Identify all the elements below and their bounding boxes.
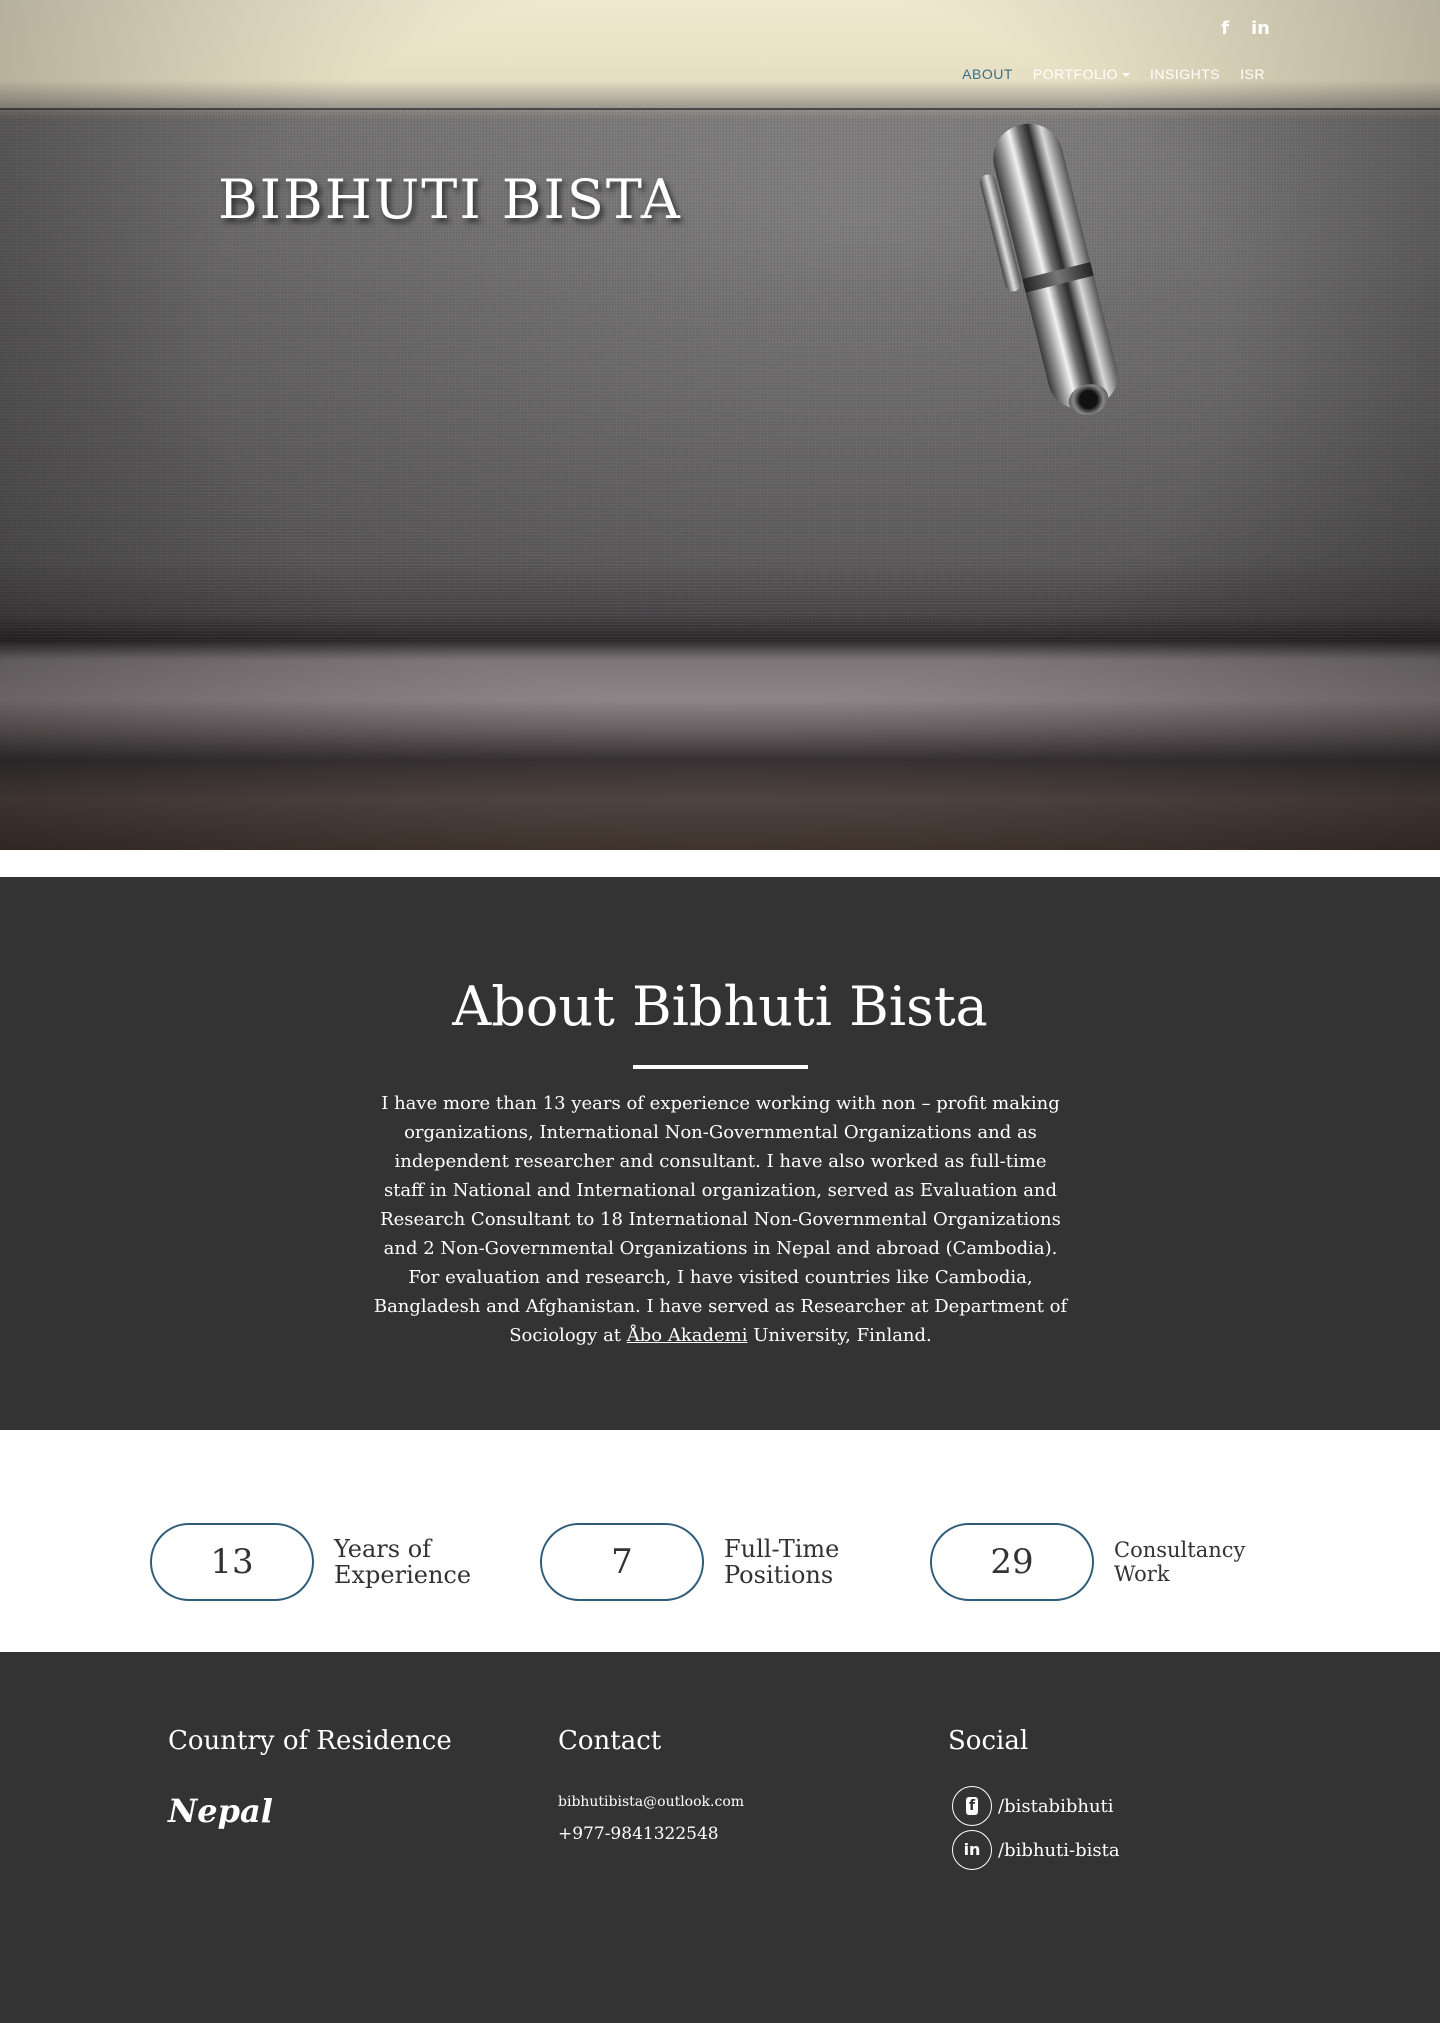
linkedin-handle: /bibhuti-bista [998, 1839, 1120, 1861]
nav-about[interactable]: ABOUT [962, 66, 1013, 82]
hero-title: BIBHUTI BISTA [218, 168, 682, 231]
stat-consultancy: 29 Consultancy Work [930, 1523, 1254, 1601]
contact-email[interactable]: bibhutibista@outlook.com [558, 1794, 744, 1810]
stat-value: 7 [540, 1523, 704, 1601]
country-name: Nepal [168, 1792, 273, 1830]
facebook-handle: /bistabibhuti [998, 1795, 1114, 1817]
social-facebook-link[interactable]: f /bistabibhuti [948, 1786, 1120, 1826]
linkedin-icon[interactable]: in [1251, 18, 1270, 39]
about-body: I have more than 13 years of experience … [373, 1093, 1068, 1346]
social-linkedin-link[interactable]: in /bibhuti-bista [948, 1830, 1120, 1870]
social-heading: Social [948, 1726, 1029, 1756]
contact-heading: Contact [558, 1726, 662, 1756]
stats-section: 13 Years of Experience 7 Full-Time Posit… [0, 1430, 1440, 1652]
hero-banner: f in ABOUT PORTFOLIO INSIGHTS ISR BIBHUT… [0, 0, 1440, 850]
abo-akademi-link[interactable]: Åbo Akademi [627, 1325, 748, 1346]
main-nav: ABOUT PORTFOLIO INSIGHTS ISR [962, 66, 1265, 82]
stat-label: Years of Experience [334, 1535, 472, 1589]
header-social-links: f in [1221, 18, 1270, 39]
stat-value: 29 [930, 1523, 1094, 1601]
contact-phone[interactable]: +977-9841322548 [558, 1824, 744, 1844]
about-section: About Bibhuti Bista I have more than 13 … [0, 877, 1440, 1430]
facebook-icon[interactable]: f [1221, 18, 1229, 39]
residence-heading: Country of Residence [168, 1726, 452, 1756]
stat-experience: 13 Years of Experience [150, 1523, 474, 1601]
footer-social: Social f /bistabibhuti in /bibhuti-bista [948, 1726, 1120, 1870]
stat-label: Full-Time Positions [724, 1535, 840, 1589]
nav-isr[interactable]: ISR [1240, 66, 1265, 82]
facebook-square-icon: f [952, 1786, 992, 1826]
footer-residence: Country of Residence Nepal [168, 1726, 452, 1830]
footer-contact: Contact bibhutibista@outlook.com +977-98… [558, 1726, 744, 1844]
nav-insights[interactable]: INSIGHTS [1150, 66, 1220, 82]
footer: Country of Residence Nepal Contact bibhu… [0, 1652, 1440, 2023]
linkedin-icon: in [952, 1830, 992, 1870]
stat-value: 13 [150, 1523, 314, 1601]
heading-divider [633, 1065, 808, 1069]
nav-portfolio[interactable]: PORTFOLIO [1033, 66, 1131, 82]
caret-down-icon [1122, 73, 1131, 78]
stat-label: Consultancy Work [1114, 1538, 1246, 1586]
stat-positions: 7 Full-Time Positions [540, 1523, 864, 1601]
about-heading: About Bibhuti Bista [452, 975, 988, 1038]
